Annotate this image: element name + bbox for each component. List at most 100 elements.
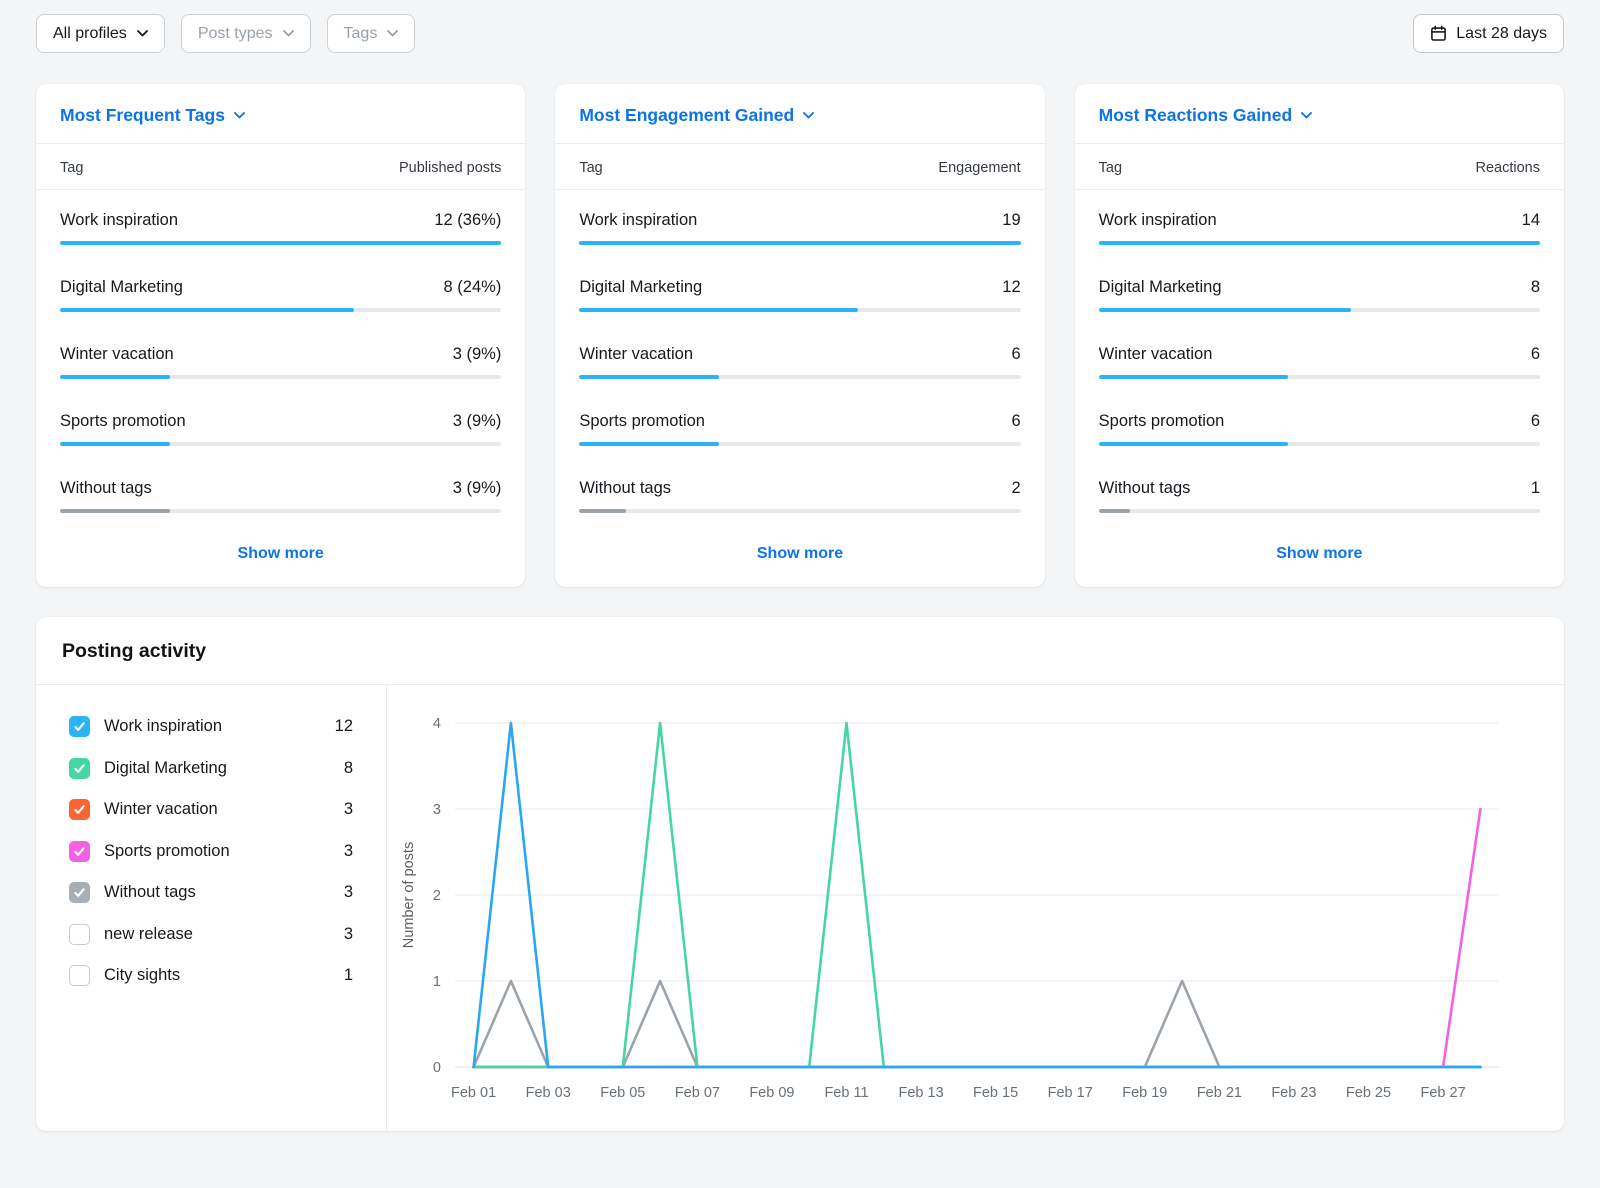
stat-card-header: Most Frequent Tags [36, 84, 525, 144]
tag-value: 6 [1011, 412, 1020, 431]
column-header-tag: Tag [60, 160, 83, 176]
checkbox-checked[interactable] [69, 716, 90, 737]
tag-value: 12 (36%) [434, 211, 501, 230]
tag-row: Sports promotion6 [555, 391, 1044, 458]
tag-row-line: Winter vacation3 (9%) [60, 345, 501, 364]
legend-count: 12 [335, 717, 353, 736]
posting-activity-chart: 01234Feb 01Feb 03Feb 05Feb 07Feb 09Feb 1… [387, 685, 1564, 1131]
checkbox-checked[interactable] [69, 799, 90, 820]
checkmark-icon [73, 720, 86, 733]
legend-item[interactable]: new release3 [69, 924, 353, 945]
posting-activity-card: Posting activity Work inspiration12Digit… [36, 617, 1564, 1131]
tag-value: 14 [1522, 211, 1540, 230]
tag-bar-fill [1099, 442, 1288, 446]
tag-row: Work inspiration19 [555, 190, 1044, 257]
checkbox-checked[interactable] [69, 841, 90, 862]
legend-count: 3 [344, 842, 353, 861]
tag-bar-fill [579, 509, 625, 513]
x-tick-label: Feb 27 [1421, 1085, 1466, 1101]
tag-row: Winter vacation6 [555, 324, 1044, 391]
post-types-filter-label: Post types [198, 25, 273, 43]
profiles-filter-dropdown[interactable]: All profiles [36, 14, 165, 53]
stat-card-header: Most Engagement Gained [555, 84, 1044, 144]
post-types-filter-dropdown[interactable]: Post types [181, 14, 311, 53]
x-tick-label: Feb 13 [899, 1085, 944, 1101]
tag-row-line: Sports promotion6 [1099, 412, 1540, 431]
show-more-button[interactable]: Show more [555, 525, 1044, 587]
tag-label: Without tags [579, 479, 671, 498]
tag-label: Work inspiration [60, 211, 178, 230]
tag-bar-track [60, 509, 501, 513]
stat-card-title-dropdown[interactable]: Most Engagement Gained [579, 105, 814, 126]
tag-label: Sports promotion [60, 412, 186, 431]
tag-bar-track [1099, 375, 1540, 379]
legend-item[interactable]: Without tags 3 [69, 882, 353, 903]
stat-card-header: Most Reactions Gained [1075, 84, 1564, 144]
tag-row: Digital Marketing12 [555, 257, 1044, 324]
tag-bar-track [1099, 308, 1540, 312]
stat-card-title-dropdown[interactable]: Most Reactions Gained [1099, 105, 1313, 126]
legend-item[interactable]: Sports promotion3 [69, 841, 353, 862]
column-header-value: Engagement [938, 160, 1020, 176]
show-more-button[interactable]: Show more [36, 525, 525, 587]
tag-row-line: Digital Marketing8 (24%) [60, 278, 501, 297]
checkmark-icon [73, 803, 86, 816]
checkbox-unchecked[interactable] [69, 924, 90, 945]
date-range-label: Last 28 days [1456, 25, 1547, 43]
tag-bar-fill [60, 442, 170, 446]
tag-value: 8 (24%) [444, 278, 502, 297]
tag-row: Winter vacation3 (9%) [36, 324, 525, 391]
tag-row-line: Winter vacation6 [579, 345, 1020, 364]
tag-stat-cards-row: Most Frequent TagsTagPublished postsWork… [36, 84, 1564, 587]
chevron-down-icon [387, 30, 398, 37]
x-tick-label: Feb 23 [1271, 1085, 1316, 1101]
legend-label: Winter vacation [104, 800, 218, 819]
tag-label: Work inspiration [1099, 211, 1217, 230]
posting-activity-legend: Work inspiration12 Digital Marketing8 Wint… [36, 685, 387, 1131]
tag-bar-track [1099, 509, 1540, 513]
stat-table-header: TagReactions [1075, 144, 1564, 190]
tag-value: 2 [1011, 479, 1020, 498]
stat-card-title: Most Engagement Gained [579, 105, 794, 126]
calendar-icon [1430, 25, 1447, 42]
tag-bar-fill [1099, 375, 1288, 379]
chevron-down-icon [1301, 112, 1312, 119]
filters-bar: All profiles Post types Tags Last 28 day… [36, 14, 1564, 53]
y-tick-label: 2 [433, 888, 441, 904]
tag-bar-fill [60, 241, 501, 245]
tag-value: 19 [1002, 211, 1020, 230]
filters-group: All profiles Post types Tags [36, 14, 415, 53]
tag-bar-track [579, 241, 1020, 245]
x-tick-label: Feb 19 [1122, 1085, 1167, 1101]
tag-row: Without tags1 [1075, 458, 1564, 525]
legend-item[interactable]: Winter vacation 3 [69, 799, 353, 820]
tag-bar-track [1099, 241, 1540, 245]
legend-item[interactable]: City sights1 [69, 965, 353, 986]
legend-label: Without tags [104, 883, 196, 902]
legend-count: 3 [344, 800, 353, 819]
legend-item[interactable]: Work inspiration12 [69, 716, 353, 737]
tags-filter-dropdown[interactable]: Tags [327, 14, 416, 53]
tag-bar-track [60, 241, 501, 245]
chevron-down-icon [137, 30, 148, 37]
tag-bar-fill [579, 308, 858, 312]
checkbox-checked[interactable] [69, 882, 90, 903]
checkbox-unchecked[interactable] [69, 965, 90, 986]
column-header-value: Reactions [1476, 160, 1540, 176]
show-more-button[interactable]: Show more [1075, 525, 1564, 587]
y-tick-label: 3 [433, 802, 441, 818]
posting-activity-body: Work inspiration12 Digital Marketing8 Wint… [36, 685, 1564, 1131]
legend-item[interactable]: Digital Marketing8 [69, 758, 353, 779]
tag-row: Work inspiration 12 (36%) [36, 190, 525, 257]
tag-row-line: Winter vacation6 [1099, 345, 1540, 364]
tag-bar-track [1099, 442, 1540, 446]
tag-bar-track [579, 375, 1020, 379]
date-range-selector[interactable]: Last 28 days [1413, 14, 1564, 53]
checkbox-checked[interactable] [69, 758, 90, 779]
stat-card-title-dropdown[interactable]: Most Frequent Tags [60, 105, 245, 126]
tag-row: Digital Marketing8 (24%) [36, 257, 525, 324]
legend-count: 3 [344, 883, 353, 902]
y-tick-label: 4 [433, 716, 441, 732]
tag-label: Without tags [60, 479, 152, 498]
y-axis-title: Number of posts [401, 842, 417, 948]
